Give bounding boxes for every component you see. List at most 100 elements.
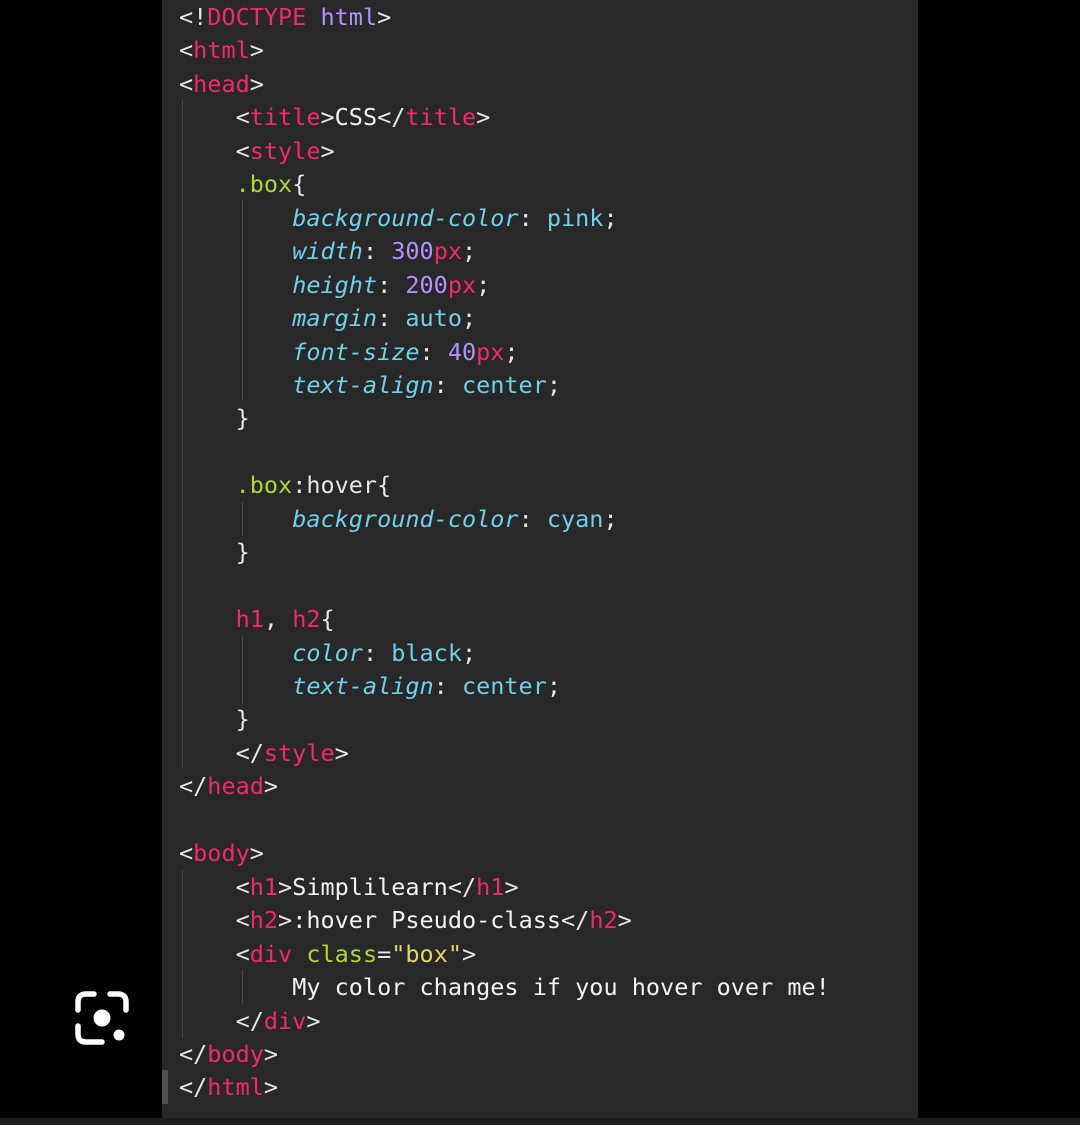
code-line: <h1>Simplilearn</h1> [179, 871, 519, 904]
code-token: > [278, 906, 293, 935]
code-token: ; [476, 270, 491, 299]
code-line: } [179, 402, 250, 435]
code-token: : [518, 504, 547, 533]
scroll-marker [162, 1070, 168, 1104]
screenshot-stage: <!DOCTYPE html> <html> <head> <title>CSS</… [0, 0, 1080, 1125]
code-token: ; [461, 304, 477, 333]
code-line: } [179, 536, 250, 569]
code-token: </ [179, 1073, 208, 1102]
code-token: title [249, 103, 321, 132]
code-line: background-color: pink; [179, 202, 617, 235]
code-token: My color changes if you hover over me! [292, 973, 830, 1002]
code-token: < [179, 36, 194, 65]
code-token: > [278, 872, 293, 901]
code-line: <h2>:hover Pseudo-class</h2> [179, 904, 632, 937]
code-token: <! [179, 3, 208, 31]
code-token: > [377, 3, 392, 31]
code-token: </ [377, 103, 406, 132]
google-lens-icon[interactable] [72, 988, 132, 1048]
code-token: .box [235, 170, 293, 199]
code-token: width [292, 237, 363, 266]
code-token: </ [561, 906, 590, 935]
code-line: h1, h2{ [179, 603, 335, 636]
code-token: ; [461, 237, 477, 266]
code-token: height [292, 270, 378, 299]
code-token: : [377, 270, 406, 299]
code-token: < [179, 939, 250, 968]
code-token: : [433, 370, 462, 399]
code-editor[interactable]: <!DOCTYPE html> <html> <head> <title>CSS</… [162, 0, 918, 1118]
code-token: body [193, 839, 250, 868]
code-token: CSS [334, 103, 378, 132]
code-token: ; [603, 504, 618, 533]
code-token: < [179, 872, 250, 901]
code-line: text-align: center; [179, 369, 561, 402]
code-line: color: black; [179, 637, 476, 670]
code-token: text-align [292, 672, 434, 700]
code-token: "box" [391, 939, 463, 968]
code-token: font-size [292, 337, 420, 366]
code-line: <title>CSS</title> [179, 101, 491, 134]
code-line: My color changes if you hover over me! [179, 971, 830, 1004]
code-token: center [461, 370, 547, 399]
code-token: title [405, 103, 477, 132]
code-token: </ [179, 1006, 264, 1035]
code-token: > [249, 839, 264, 868]
code-token: : [419, 337, 448, 366]
code-line: .box{ [179, 168, 307, 201]
code-token: > [249, 36, 264, 65]
code-token: head [207, 772, 264, 801]
code-line: <style> [179, 135, 335, 168]
code-token: pink [546, 203, 604, 232]
code-token: html [207, 1073, 264, 1102]
code-token: > [249, 69, 264, 98]
code-line: </html> [179, 1071, 278, 1104]
code-token: : [362, 237, 392, 266]
code-line: width: 300px; [179, 235, 476, 268]
code-line: font-size: 40px; [179, 336, 518, 369]
code-token: = [377, 939, 392, 968]
code-token: h2 [249, 906, 279, 935]
code-token: div [249, 939, 293, 968]
code-token: , [263, 605, 293, 634]
code-line: <div class="box"> [179, 938, 477, 971]
code-line: <body> [179, 837, 264, 870]
code-token: } [179, 404, 250, 433]
code-line: height: 200px; [179, 269, 490, 302]
code-token: head [193, 69, 250, 98]
code-token: class [306, 939, 378, 968]
code-token: 200 [405, 270, 448, 299]
code-token: html [320, 3, 378, 31]
code-line: text-align: center; [179, 670, 561, 703]
code-line: } [179, 703, 250, 736]
code-line: <head> [179, 68, 264, 101]
code-token: > [476, 103, 491, 132]
code-token: style [263, 738, 335, 767]
code-token: } [179, 538, 250, 567]
code-token: html [193, 36, 250, 65]
code-line: </body> [179, 1038, 278, 1071]
code-token: : [433, 672, 462, 700]
code-token: < [179, 906, 250, 935]
code-token: > [504, 872, 519, 901]
code-line: margin: auto; [179, 302, 476, 335]
code-token: </ [179, 1039, 208, 1068]
code-token: < [179, 839, 194, 868]
code-token: : [362, 638, 392, 667]
code-token: ; [546, 370, 562, 399]
code-token: > [320, 136, 335, 165]
code-token: > [263, 1073, 279, 1102]
code-token: </ [179, 738, 264, 767]
code-token: px [433, 237, 462, 266]
